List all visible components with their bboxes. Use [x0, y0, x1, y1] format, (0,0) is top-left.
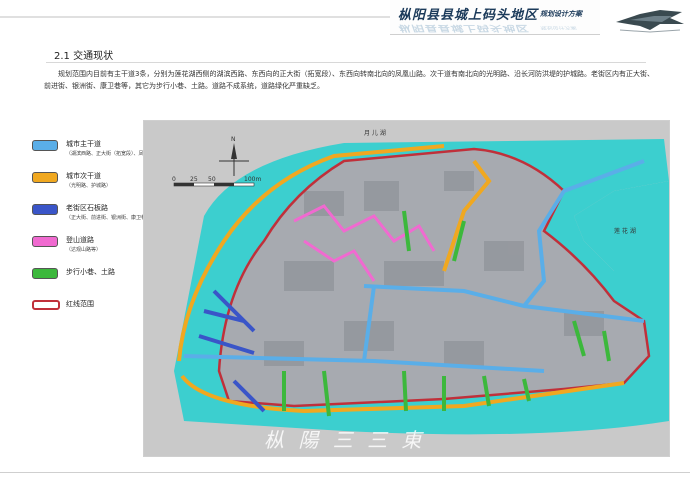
map-watermark: 枞 陽 三 三 東 — [264, 428, 425, 452]
legend-label: 步行小巷、土路 — [66, 268, 115, 276]
legend-swatch-redline — [32, 300, 60, 310]
legend-swatch-secondary-road — [32, 172, 58, 183]
scale-label-100m: 100m — [244, 176, 261, 183]
header-subtitle: 规划设计方案 — [540, 9, 582, 18]
legend-swatch-mountain-road — [32, 236, 58, 247]
page-header: 枞阳县县城上码头地区 规划设计方案 枞阳县县城上码头地区 规划设计方案 — [0, 0, 690, 40]
scale-label-50: 50 — [208, 176, 216, 183]
legend-note: （达观山路等） — [66, 247, 102, 253]
section-divider — [46, 62, 646, 63]
header-title-reflection: 枞阳县县城上码头地区 — [398, 23, 529, 34]
footer-rule — [0, 472, 690, 473]
traffic-map: 月 儿 湖 莲 花 湖 N 0 25 50 100m 枞 陽 三 三 東 — [143, 120, 670, 457]
header-logo — [616, 10, 684, 33]
legend-note: （光明路、护城路） — [66, 183, 112, 189]
lake-north-label: 月 儿 湖 — [364, 129, 386, 137]
section-paragraph: 规划范围内目前有主干道3条，分别为莲花湖西侧的湖滨西路、东西向的正大街（拓宽段）… — [44, 70, 654, 90]
scale-label-0: 0 — [172, 176, 176, 183]
legend-label: 登山道路 — [66, 236, 94, 244]
header-subtitle-reflection: 规划设计方案 — [540, 25, 577, 31]
compass-label: N — [231, 136, 236, 143]
map-canvas: 月 儿 湖 莲 花 湖 N 0 25 50 100m 枞 陽 三 三 東 — [144, 121, 669, 456]
header-title: 枞阳县县城上码头地区 — [398, 8, 539, 23]
legend-label: 红线范围 — [66, 300, 94, 308]
legend-label: 城市主干道 — [66, 140, 101, 148]
legend-label: 城市次干道 — [66, 172, 101, 180]
legend-label: 老街区石板路 — [66, 204, 108, 212]
legend-swatch-stone-road — [32, 204, 58, 215]
legend-swatch-main-road — [32, 140, 58, 151]
legend-swatch-footpath — [32, 268, 58, 279]
lake-east-label: 莲 花 湖 — [614, 227, 636, 235]
section-title: 2.1 交通现状 — [54, 51, 114, 62]
scale-label-25: 25 — [190, 176, 198, 183]
